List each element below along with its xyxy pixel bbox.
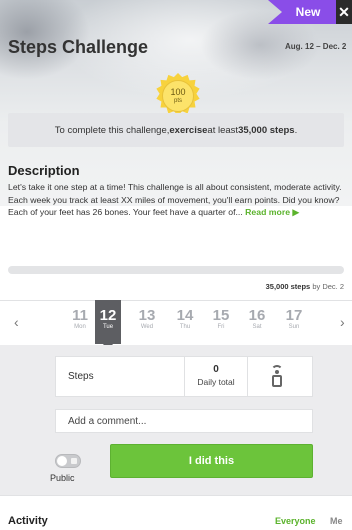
goal-middle: at least <box>207 124 239 136</box>
steps-label: Steps <box>68 371 94 382</box>
day-tue[interactable]: 12 Tue <box>95 300 121 350</box>
day-weekday: Sat <box>252 324 262 330</box>
day-weekday: Sun <box>288 324 300 330</box>
points-unit: pts <box>173 98 182 104</box>
day-weekday: Mon <box>74 324 86 330</box>
read-more-link[interactable]: Read more ▶ <box>245 207 299 217</box>
comment-input[interactable] <box>55 409 313 433</box>
challenge-goal: To complete this challenge, exercise at … <box>8 113 344 147</box>
filter-everyone[interactable]: Everyone <box>275 516 316 526</box>
day-fri[interactable]: 15 Fri <box>208 308 234 331</box>
tracker-panel: Steps 0 Daily total Public I did this <box>0 345 352 495</box>
device-sync-icon[interactable] <box>270 365 284 387</box>
progress-bar <box>8 266 344 274</box>
day-selector: ‹ 11 Mon 12 Tue 13 Wed 14 Thu 15 Fri 16 Sat 17 Sun › <box>0 300 352 350</box>
goal-prefix: To complete this challenge, <box>54 124 170 136</box>
day-weekday: Thu <box>179 324 191 330</box>
day-number: 15 <box>212 307 230 324</box>
day-sun[interactable]: 17 Sun <box>281 308 307 331</box>
steps-entry-card: Steps 0 Daily total <box>55 356 313 397</box>
lock-icon <box>71 458 77 464</box>
close-icon: ✕ <box>338 3 350 20</box>
public-toggle[interactable] <box>55 454 81 468</box>
description-text: Let's take it one step at a time! This c… <box>8 181 346 219</box>
daily-total-label: Daily total <box>197 377 235 387</box>
day-sat[interactable]: 16 Sat <box>244 308 270 331</box>
chevron-right-icon[interactable]: › <box>340 314 345 330</box>
daily-total: 0 Daily total <box>184 357 248 396</box>
daily-total-value: 0 <box>213 364 219 375</box>
steps-target: 35,000 steps by Dec. 2 <box>8 282 344 291</box>
day-weekday: Tue <box>102 324 114 330</box>
day-weekday: Fri <box>217 324 225 330</box>
day-number: 17 <box>285 307 303 324</box>
day-weekday: Wed <box>140 324 154 330</box>
activity-heading: Activity <box>8 515 48 527</box>
day-wed[interactable]: 13 Wed <box>134 308 160 331</box>
day-mon[interactable]: 11 Mon <box>67 308 93 331</box>
day-thu[interactable]: 14 Thu <box>172 308 198 331</box>
close-button[interactable]: ✕ <box>336 0 352 24</box>
goal-target: 35,000 steps <box>238 124 295 136</box>
points-value: 100 <box>170 87 186 97</box>
goal-suffix: . <box>294 124 298 136</box>
day-number: 16 <box>248 307 266 324</box>
target-steps: 35,000 steps <box>265 282 311 291</box>
day-number: 14 <box>176 307 194 324</box>
day-number: 12 <box>99 307 117 324</box>
description-heading: Description <box>8 163 80 178</box>
i-did-this-button[interactable]: I did this <box>110 444 313 478</box>
filter-me[interactable]: Me <box>330 516 343 526</box>
challenge-dates: Aug. 12 – Dec. 2 <box>285 42 347 51</box>
toggle-knob <box>57 456 67 466</box>
public-label: Public <box>50 473 75 483</box>
chevron-left-icon[interactable]: ‹ <box>14 314 19 330</box>
day-number: 11 <box>72 307 88 324</box>
challenge-title: Steps Challenge <box>8 37 149 57</box>
goal-action: exercise <box>169 124 208 136</box>
day-number: 13 <box>138 307 156 324</box>
target-deadline: by Dec. 2 <box>310 282 344 291</box>
divider <box>0 495 352 496</box>
